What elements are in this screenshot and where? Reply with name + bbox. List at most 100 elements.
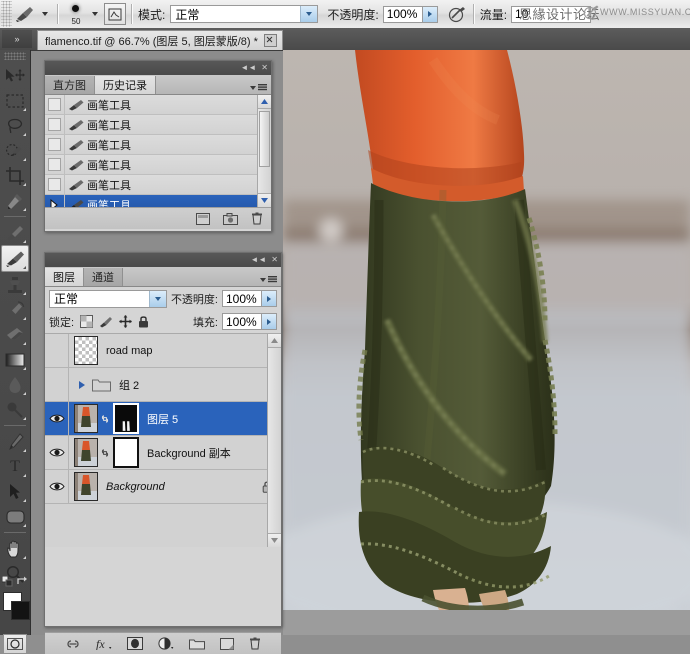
hand-tool[interactable] — [2, 536, 28, 561]
crop-tool[interactable] — [2, 163, 28, 188]
close-icon[interactable] — [264, 34, 277, 47]
layer-fill-input[interactable]: 100% — [222, 313, 262, 330]
lock-transparency-icon[interactable] — [80, 315, 93, 328]
eraser-tool[interactable] — [2, 322, 28, 347]
marquee-tool[interactable] — [2, 88, 28, 113]
path-selection-tool[interactable] — [2, 479, 28, 504]
gradient-tool[interactable] — [2, 347, 28, 372]
history-snapshot-checkbox[interactable] — [45, 115, 65, 134]
new-layer-icon[interactable] — [220, 638, 234, 650]
healing-brush-tool[interactable] — [2, 220, 28, 245]
collapse-icon[interactable]: ◄◄ — [240, 64, 256, 72]
history-snapshot-checkbox[interactable] — [45, 175, 65, 194]
layer-visibility-toggle[interactable] — [45, 334, 69, 367]
delete-layer-icon[interactable] — [249, 637, 261, 650]
brush-size-preview[interactable]: 50 — [64, 2, 88, 26]
airbrush-icon[interactable] — [446, 3, 468, 25]
shape-tool[interactable] — [2, 504, 28, 529]
collapse-icon[interactable]: ◄◄ — [250, 256, 266, 264]
group-expand-chevron-icon[interactable] — [79, 381, 85, 389]
blend-mode-select[interactable]: 正常 — [170, 5, 318, 23]
layer-style-fx-icon[interactable]: fx — [96, 637, 112, 650]
history-item-selected[interactable]: 画笔工具 — [45, 195, 271, 207]
history-scrollbar[interactable] — [257, 95, 271, 207]
eyedropper-tool[interactable] — [2, 188, 28, 213]
layers-panel-titlebar[interactable]: ◄◄ ✕ — [45, 253, 281, 267]
history-snapshot-checkbox[interactable] — [45, 155, 65, 174]
opacity-input[interactable]: 100% — [383, 6, 423, 23]
layer-visibility-toggle[interactable] — [45, 470, 69, 503]
new-document-icon[interactable] — [196, 213, 210, 225]
new-snapshot-icon[interactable] — [223, 213, 238, 225]
background-color-swatch[interactable] — [11, 601, 30, 620]
link-layers-icon[interactable] — [65, 639, 81, 649]
layer-thumbnail[interactable] — [74, 336, 98, 365]
link-mask-icon[interactable] — [100, 447, 109, 459]
scroll-up-arrow-icon[interactable] — [268, 334, 281, 348]
brush-tool[interactable] — [1, 245, 29, 272]
layer-thumbnail[interactable] — [74, 438, 98, 467]
quick-selection-tool[interactable] — [2, 138, 28, 163]
layer-row-group[interactable]: 组 2 — [45, 368, 281, 402]
layer-blend-mode-select[interactable]: 正常 — [49, 290, 167, 308]
layer-row-selected[interactable]: 图层 5 — [45, 402, 281, 436]
opacity-slider-arrow-icon[interactable] — [262, 290, 277, 307]
chevron-down-icon[interactable] — [149, 291, 166, 307]
move-tool[interactable] — [2, 63, 28, 88]
lock-all-icon[interactable] — [138, 315, 149, 328]
layer-opacity-input[interactable]: 100% — [222, 290, 262, 307]
lock-position-icon[interactable] — [119, 315, 132, 328]
layer-visibility-toggle[interactable] — [45, 368, 69, 401]
panel-menu-icon[interactable] — [260, 276, 277, 283]
layers-scrollbar[interactable] — [267, 334, 281, 547]
tab-history[interactable]: 历史记录 — [95, 76, 156, 94]
history-item[interactable]: 画笔工具 — [45, 115, 271, 135]
layer-list[interactable]: road map 组 2 — [45, 333, 281, 547]
history-snapshot-checkbox[interactable] — [45, 95, 65, 114]
layer-mask-thumbnail[interactable] — [113, 403, 139, 434]
scrollbar-thumb[interactable] — [259, 111, 270, 167]
tab-layers[interactable]: 图层 — [45, 268, 84, 286]
tab-channels[interactable]: 通道 — [84, 268, 123, 286]
link-mask-icon[interactable] — [100, 413, 109, 425]
clone-stamp-tool[interactable] — [2, 272, 28, 297]
history-item[interactable]: 画笔工具 — [45, 135, 271, 155]
type-tool[interactable]: T — [2, 454, 28, 479]
scroll-down-arrow-icon[interactable] — [268, 533, 281, 547]
expand-panels-button[interactable]: » — [2, 30, 32, 48]
toolbox-grip[interactable] — [4, 52, 26, 60]
opacity-slider-arrow-icon[interactable] — [423, 6, 438, 23]
history-panel-titlebar[interactable]: ◄◄ ✕ — [45, 61, 271, 75]
tab-histogram[interactable]: 直方图 — [45, 76, 95, 94]
layer-row[interactable]: road map — [45, 334, 281, 368]
dodge-tool[interactable] — [2, 397, 28, 422]
brush-preset-chevron-icon[interactable] — [42, 12, 48, 16]
brush-preset-panel-icon[interactable] — [104, 3, 126, 25]
history-snapshot-checkbox[interactable] — [45, 135, 65, 154]
layer-visibility-toggle[interactable] — [45, 402, 69, 435]
history-item[interactable]: 画笔工具 — [45, 95, 271, 115]
swap-colors-icon[interactable] — [17, 576, 28, 587]
lasso-tool[interactable] — [2, 113, 28, 138]
history-snapshot-checkbox[interactable] — [45, 195, 65, 207]
panel-menu-icon[interactable] — [250, 84, 267, 91]
add-mask-icon[interactable] — [127, 637, 143, 650]
document-canvas[interactable] — [283, 50, 690, 635]
layer-mask-thumbnail[interactable] — [113, 437, 139, 468]
layer-thumbnail[interactable] — [74, 404, 98, 433]
close-icon[interactable]: ✕ — [261, 64, 268, 72]
layer-thumbnail[interactable] — [74, 472, 98, 501]
options-bar-grip[interactable] — [1, 1, 12, 27]
history-list[interactable]: 画笔工具 画笔工具 画笔工具 画笔工具 — [45, 95, 271, 207]
blur-tool[interactable] — [2, 372, 28, 397]
adjustment-layer-icon[interactable] — [158, 637, 174, 650]
history-item[interactable]: 画笔工具 — [45, 155, 271, 175]
history-brush-tool[interactable] — [2, 297, 28, 322]
close-icon[interactable]: ✕ — [271, 256, 278, 264]
color-swatches[interactable] — [0, 590, 30, 630]
pen-tool[interactable] — [2, 429, 28, 454]
quick-mask-icon[interactable] — [3, 634, 27, 654]
lock-image-icon[interactable] — [99, 316, 113, 328]
layer-row[interactable]: Background — [45, 470, 281, 504]
chevron-down-icon[interactable] — [300, 6, 317, 22]
